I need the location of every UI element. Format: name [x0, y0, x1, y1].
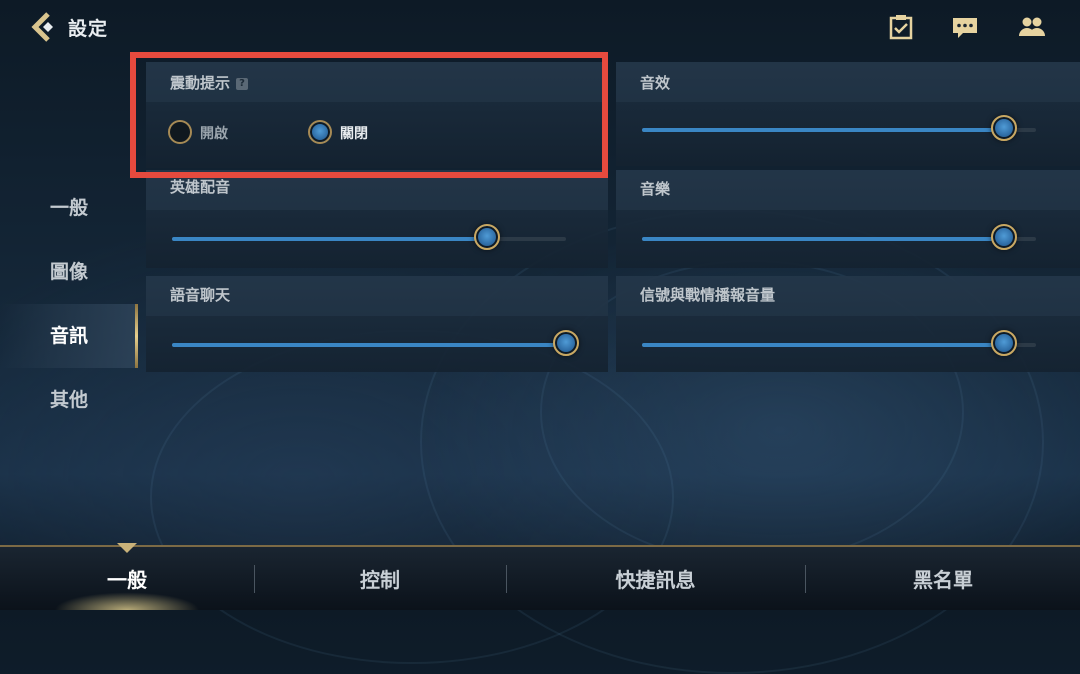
signal-volume-panel: 信號與戰情播報音量 — [616, 276, 1080, 372]
music-slider[interactable] — [642, 224, 1036, 250]
slider-fill — [642, 343, 1004, 347]
slider-fill — [172, 237, 487, 241]
panel-header — [616, 62, 1080, 102]
radio-circle[interactable] — [168, 120, 192, 144]
clipboard-check-button[interactable] — [888, 14, 914, 40]
tab-blacklist[interactable]: 黑名單 — [806, 547, 1080, 610]
slider-thumb[interactable] — [991, 330, 1017, 356]
slider-fill — [172, 343, 566, 347]
panel-header — [616, 170, 1080, 210]
music-panel: 音樂 — [616, 170, 1080, 268]
tab-general[interactable]: 一般 — [0, 547, 254, 610]
slider-fill — [642, 237, 1004, 241]
sidebar-item-audio[interactable]: 音訊 — [0, 304, 138, 368]
radio-label-on: 開啟 — [200, 126, 228, 142]
bottom-tab-bar: 一般 控制 快捷訊息 黑名單 — [0, 543, 1080, 610]
radio-label-off: 關閉 — [340, 126, 368, 142]
back-button[interactable] — [26, 11, 60, 43]
sidebar-item-other[interactable]: 其他 — [0, 368, 138, 432]
slider-thumb[interactable] — [474, 224, 500, 250]
tab-quick-messages[interactable]: 快捷訊息 — [507, 547, 804, 610]
tab-controls[interactable]: 控制 — [255, 547, 505, 610]
music-title: 音樂 — [640, 180, 671, 198]
help-icon[interactable]: ? — [236, 77, 249, 90]
radio-circle-checked[interactable] — [308, 120, 332, 144]
signal-volume-slider[interactable] — [642, 330, 1036, 356]
slider-thumb[interactable] — [991, 224, 1017, 250]
vibration-title: 震動提示? — [170, 72, 249, 93]
sidebar-item-graphics[interactable]: 圖像 — [0, 240, 138, 304]
friends-button[interactable] — [1018, 14, 1045, 40]
sound-effects-slider[interactable] — [642, 115, 1036, 141]
background-swirl — [150, 330, 674, 664]
sidebar-item-general[interactable]: 一般 — [0, 176, 138, 240]
back-arrow-icon — [31, 12, 53, 42]
slider-thumb[interactable] — [991, 115, 1017, 141]
slider-thumb[interactable] — [553, 330, 579, 356]
hero-voice-panel: 英雄配音 — [146, 170, 608, 268]
sound-effects-panel: 音效 — [616, 62, 1080, 166]
hero-voice-slider[interactable] — [172, 224, 566, 250]
hero-voice-title: 英雄配音 — [170, 178, 231, 196]
voice-chat-panel: 語音聊天 — [146, 276, 608, 372]
top-bar: 設定 — [0, 0, 1080, 52]
page-title: 設定 — [68, 18, 109, 40]
chat-bubble-icon — [953, 18, 977, 38]
signal-volume-title: 信號與戰情播報音量 — [640, 286, 776, 304]
friends-icon — [1019, 17, 1045, 36]
slider-fill — [642, 128, 1004, 132]
voice-chat-slider[interactable] — [172, 330, 579, 356]
vibration-panel: 震動提示? 開啟 關閉 — [146, 62, 602, 168]
voice-chat-title: 語音聊天 — [170, 286, 231, 304]
vibration-title-label: 震動提示 — [170, 74, 231, 92]
sound-effects-title: 音效 — [640, 74, 671, 92]
clipboard-check-icon — [889, 15, 913, 40]
chat-button[interactable] — [952, 14, 978, 40]
